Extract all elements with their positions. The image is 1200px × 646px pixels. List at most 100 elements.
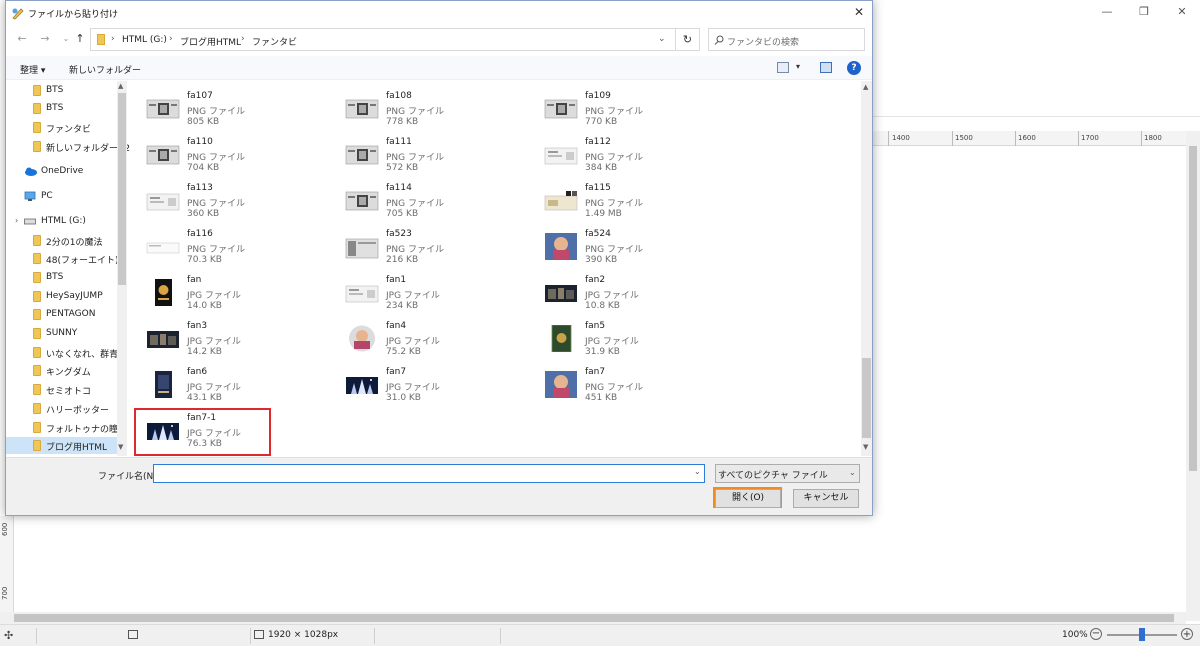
- address-row: ← → ⌄ ↑ › HTML (G:) › ブログ用HTML › ファンタビ ⌄…: [6, 28, 872, 52]
- address-dropdown-icon[interactable]: ⌄: [658, 34, 666, 44]
- image-thumbnail: [545, 233, 577, 260]
- view-options-icon[interactable]: [777, 62, 789, 73]
- file-type: PNG ファイル: [187, 245, 245, 255]
- file-item[interactable]: fan2 JPG ファイル 10.8 KB: [526, 273, 716, 317]
- nav-scrollbar[interactable]: ▲ ▼: [117, 81, 127, 456]
- close-icon[interactable]: ✕: [1174, 4, 1190, 20]
- horizontal-scrollbar[interactable]: [0, 612, 1186, 624]
- filename-label: ファイル名(N):: [98, 472, 160, 482]
- minimize-icon[interactable]: —: [1099, 4, 1115, 20]
- file-item[interactable]: fan3 JPG ファイル 14.2 KB: [128, 319, 318, 363]
- nav-item-onedrive[interactable]: OneDrive: [6, 163, 118, 180]
- breadcrumb-drive[interactable]: HTML (G:): [122, 35, 167, 45]
- file-type: PNG ファイル: [187, 199, 245, 209]
- file-item[interactable]: fan JPG ファイル 14.0 KB: [128, 273, 318, 317]
- search-box[interactable]: ファンタビの検索: [708, 28, 865, 51]
- file-item[interactable]: fa115 PNG ファイル 1.49 MB: [526, 181, 716, 225]
- scrollbar-thumb[interactable]: [118, 93, 126, 285]
- cancel-button[interactable]: キャンセル: [793, 489, 859, 508]
- file-size: 10.8 KB: [585, 301, 620, 311]
- nav-item-drive[interactable]: › HTML (G:): [6, 213, 118, 230]
- nav-item[interactable]: PENTAGON: [6, 306, 118, 323]
- file-item[interactable]: fa113 PNG ファイル 360 KB: [128, 181, 318, 225]
- file-item[interactable]: fa112 PNG ファイル 384 KB: [526, 135, 716, 179]
- file-type-select[interactable]: すべてのピクチャ ファイル ⌄: [715, 464, 860, 483]
- scroll-up-icon[interactable]: ▲: [863, 83, 868, 91]
- zoom-slider-thumb[interactable]: [1139, 628, 1145, 641]
- nav-item[interactable]: キングダム: [6, 362, 118, 379]
- file-size: 31.9 KB: [585, 347, 620, 357]
- file-item[interactable]: fa524 PNG ファイル 390 KB: [526, 227, 716, 271]
- file-type: JPG ファイル: [585, 337, 639, 347]
- nav-item[interactable]: BTS: [6, 82, 118, 99]
- file-item[interactable]: fa116 PNG ファイル 70.3 KB: [128, 227, 318, 271]
- filename-input[interactable]: [153, 464, 705, 483]
- refresh-icon[interactable]: ↻: [676, 28, 700, 51]
- scroll-up-icon[interactable]: ▲: [118, 82, 123, 90]
- file-item[interactable]: fan7 JPG ファイル 31.0 KB: [327, 365, 517, 409]
- file-item[interactable]: fan7 PNG ファイル 451 KB: [526, 365, 716, 409]
- forward-arrow-icon[interactable]: →: [38, 32, 52, 46]
- nav-item[interactable]: HeySayJUMP: [6, 288, 118, 305]
- breadcrumb-folder[interactable]: ブログ用HTML: [180, 35, 241, 48]
- recent-locations-icon[interactable]: ⌄: [59, 32, 73, 46]
- open-button[interactable]: 開く(O): [715, 489, 781, 508]
- file-item[interactable]: fa114 PNG ファイル 705 KB: [327, 181, 517, 225]
- back-arrow-icon[interactable]: ←: [15, 32, 29, 46]
- file-size: 704 KB: [187, 163, 220, 173]
- nav-item[interactable]: 新しいフォルダー (2: [6, 138, 130, 155]
- file-item[interactable]: fa107 PNG ファイル 805 KB: [128, 89, 318, 133]
- zoom-in-icon[interactable]: +: [1181, 628, 1193, 640]
- scrollbar-thumb[interactable]: [862, 358, 871, 438]
- nav-item[interactable]: SUNNY: [6, 325, 118, 342]
- close-icon[interactable]: ✕: [852, 5, 866, 19]
- file-item[interactable]: fa108 PNG ファイル 778 KB: [327, 89, 517, 133]
- file-name: fa116: [187, 229, 213, 239]
- nav-item-pc[interactable]: PC: [6, 188, 118, 205]
- new-folder-button[interactable]: 新しいフォルダー: [69, 63, 141, 76]
- filename-dropdown-icon[interactable]: ⌄: [694, 467, 701, 476]
- file-item[interactable]: fan4 JPG ファイル 75.2 KB: [327, 319, 517, 363]
- up-arrow-icon[interactable]: ↑: [73, 32, 87, 46]
- scroll-down-icon[interactable]: ▼: [118, 443, 123, 451]
- view-dropdown-icon[interactable]: ▾: [796, 62, 800, 71]
- nav-item[interactable]: ファンタビ: [6, 119, 118, 136]
- scrollbar-thumb[interactable]: [14, 614, 1174, 622]
- file-item[interactable]: fa109 PNG ファイル 770 KB: [526, 89, 716, 133]
- help-icon[interactable]: ?: [847, 61, 861, 75]
- vertical-scrollbar[interactable]: [1186, 131, 1200, 621]
- move-cursor-icon: ✣: [4, 629, 14, 642]
- file-size: 43.1 KB: [187, 393, 222, 403]
- zoom-out-icon[interactable]: −: [1090, 628, 1102, 640]
- preview-pane-icon[interactable]: [820, 62, 832, 73]
- nav-item[interactable]: BTS: [6, 269, 118, 286]
- file-scrollbar[interactable]: ▲ ▼: [861, 81, 872, 456]
- file-item[interactable]: fan6 JPG ファイル 43.1 KB: [128, 365, 318, 409]
- nav-item[interactable]: 48(フォーエイト): [6, 250, 118, 267]
- scroll-down-icon[interactable]: ▼: [863, 443, 868, 451]
- file-name: fan6: [187, 367, 208, 377]
- nav-item[interactable]: ハリーポッター: [6, 400, 118, 417]
- breadcrumb-current[interactable]: ファンタビ: [252, 35, 297, 48]
- file-size: 14.0 KB: [187, 301, 222, 311]
- file-item[interactable]: fa111 PNG ファイル 572 KB: [327, 135, 517, 179]
- scrollbar-thumb[interactable]: [1189, 146, 1197, 471]
- file-size: 384 KB: [585, 163, 618, 173]
- search-icon: [714, 35, 724, 45]
- nav-item[interactable]: セミオトコ: [6, 381, 118, 398]
- file-item[interactable]: fan1 JPG ファイル 234 KB: [327, 273, 517, 317]
- file-item[interactable]: fa110 PNG ファイル 704 KB: [128, 135, 318, 179]
- file-item[interactable]: fa523 PNG ファイル 216 KB: [327, 227, 517, 271]
- folder-icon: [33, 272, 41, 283]
- nav-item[interactable]: 2分の1の魔法: [6, 232, 118, 249]
- nav-item[interactable]: BTS: [6, 100, 118, 117]
- nav-item-selected[interactable]: ブログ用HTML: [6, 437, 118, 454]
- file-item[interactable]: fan5 JPG ファイル 31.9 KB: [526, 319, 716, 363]
- maximize-icon[interactable]: ❐: [1136, 4, 1152, 20]
- nav-item[interactable]: いなくなれ、群青: [6, 344, 118, 361]
- nav-item[interactable]: フォルトゥナの瞳: [6, 419, 118, 436]
- dialog-toolbar: 整理 ▾ 新しいフォルダー ▾ ?: [6, 56, 872, 80]
- address-bar[interactable]: › HTML (G:) › ブログ用HTML › ファンタビ ⌄: [90, 28, 676, 51]
- organize-menu[interactable]: 整理 ▾: [20, 63, 45, 76]
- expand-arrow-icon[interactable]: ›: [15, 216, 18, 225]
